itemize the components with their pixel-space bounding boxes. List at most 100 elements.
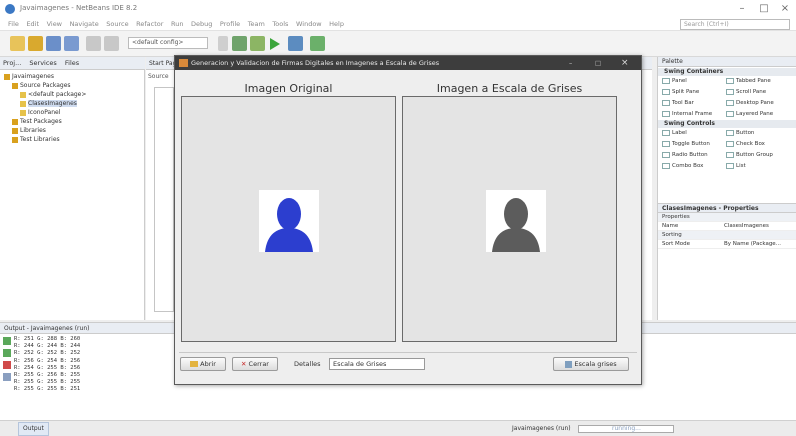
grayscale-button[interactable]: Escala grises <box>553 357 629 371</box>
palette-panel: Palette Swing Containers Panel Tabbed Pan… <box>657 57 796 320</box>
menu-run[interactable]: Run <box>171 18 183 31</box>
library-icon <box>12 136 18 143</box>
tree-item[interactable]: Javaimagenes <box>4 72 86 81</box>
menu-edit[interactable]: Edit <box>26 18 39 31</box>
menu-tools[interactable]: Tools <box>272 18 288 31</box>
close-icon[interactable]: × <box>775 2 795 16</box>
component-icon <box>726 99 734 106</box>
menu-file[interactable]: File <box>8 18 19 31</box>
undo-icon[interactable] <box>86 36 101 51</box>
output-line: R: 255 G: 255 B: 251 <box>14 386 81 393</box>
property-row[interactable]: Sort Mode By Name (Package... <box>658 240 796 249</box>
palette-item[interactable]: Toggle Button <box>658 139 722 150</box>
library-icon <box>12 127 18 134</box>
stop-icon[interactable] <box>3 361 11 369</box>
component-icon <box>662 110 670 117</box>
menu-view[interactable]: View <box>47 18 62 31</box>
palette-list: Swing Containers Panel Tabbed Pane Split … <box>658 68 796 172</box>
redo-icon[interactable] <box>104 36 119 51</box>
open-project-icon[interactable] <box>46 36 61 51</box>
rerun-icon[interactable] <box>3 337 11 345</box>
tree-item[interactable]: <default package> <box>4 90 86 99</box>
dropdown-arrow-icon[interactable] <box>218 36 228 51</box>
palette-section-title: Swing Controls <box>658 120 796 128</box>
status-output-tab[interactable]: Output <box>18 422 49 436</box>
palette-item[interactable]: Label <box>658 128 722 139</box>
minimize-icon[interactable]: – <box>732 2 752 16</box>
build-hammer-icon[interactable] <box>232 36 247 51</box>
dialog-maximize-icon[interactable]: □ <box>595 56 601 70</box>
status-project: Javaimagenes (run) <box>512 425 571 432</box>
maximize-icon[interactable]: □ <box>754 2 774 16</box>
rerun-different-icon[interactable] <box>3 349 11 357</box>
dialog-minimize-icon[interactable]: – <box>569 56 572 70</box>
palette-item[interactable]: Check Box <box>722 139 786 150</box>
palette-item[interactable]: Tabbed Pane <box>722 76 786 87</box>
palette-item[interactable]: Layered Pane <box>722 109 786 120</box>
red-x-icon: ✕ <box>241 360 247 368</box>
tree-item[interactable]: Test Packages <box>4 117 86 126</box>
tab-source[interactable]: Source <box>148 73 169 80</box>
tab-services[interactable]: Services <box>29 59 56 67</box>
palette-item[interactable]: Internal Frame <box>658 109 722 120</box>
new-project-icon[interactable] <box>10 36 25 51</box>
run-icon[interactable] <box>270 38 280 50</box>
palette-row: Label Button <box>658 128 796 139</box>
palette-item[interactable]: Combo Box <box>658 161 722 172</box>
palette-item[interactable]: Radio Button <box>658 150 722 161</box>
properties-title: ClasesImagenes - Properties <box>658 203 796 213</box>
tree-item[interactable]: Libraries <box>4 126 86 135</box>
projects-tabs: Proj... Services Files <box>0 57 145 70</box>
menu-team[interactable]: Team <box>248 18 265 31</box>
component-icon <box>726 110 734 117</box>
palette-item[interactable]: Scroll Pane <box>722 87 786 98</box>
profile-icon[interactable] <box>310 36 325 51</box>
output-settings-icon[interactable] <box>3 373 11 381</box>
menu-profile[interactable]: Profile <box>220 18 240 31</box>
tree-item[interactable]: ClasesImagenes <box>4 99 86 108</box>
palette-item[interactable]: Panel <box>658 76 722 87</box>
menu-navigate[interactable]: Navigate <box>70 18 99 31</box>
component-icon <box>662 77 670 84</box>
menu-help[interactable]: Help <box>329 18 344 31</box>
tab-projects[interactable]: Proj... <box>3 59 21 67</box>
dialog-title: Generacion y Validacion de Firmas Digita… <box>191 59 440 67</box>
palette-item[interactable]: Button Group <box>722 150 786 161</box>
form-designer-frame <box>154 87 174 312</box>
tree-item[interactable]: IconoPanel <box>4 108 86 117</box>
close-button[interactable]: ✕ Cerrar <box>232 357 278 371</box>
save-all-icon[interactable] <box>64 36 79 51</box>
output-line: R: 256 G: 254 B: 256 <box>14 357 81 364</box>
new-file-icon[interactable] <box>28 36 43 51</box>
palette-item[interactable]: Button <box>722 128 786 139</box>
tab-start-page[interactable]: Start Pag <box>149 60 176 67</box>
palette-item[interactable]: Split Pane <box>658 87 722 98</box>
tab-files[interactable]: Files <box>65 59 79 67</box>
menu-debug[interactable]: Debug <box>191 18 212 31</box>
output-line: R: 255 G: 256 B: 255 <box>14 372 81 379</box>
open-button[interactable]: Abrir <box>180 357 226 371</box>
search-input[interactable]: Search (Ctrl+I) <box>680 19 790 30</box>
project-tree: Javaimagenes Source Packages <default pa… <box>4 72 86 144</box>
menu-source[interactable]: Source <box>106 18 128 31</box>
palette-item[interactable]: Tool Bar <box>658 98 722 109</box>
menu-refactor[interactable]: Refactor <box>136 18 163 31</box>
tree-item[interactable]: Test Libraries <box>4 135 86 144</box>
clean-build-icon[interactable] <box>250 36 265 51</box>
menu-window[interactable]: Window <box>296 18 322 31</box>
palette-item[interactable]: List <box>722 161 786 172</box>
debug-icon[interactable] <box>288 36 303 51</box>
properties-section[interactable]: Properties <box>658 213 796 222</box>
properties-panel: ClasesImagenes - Properties Properties N… <box>658 203 796 249</box>
dialog-close-icon[interactable]: × <box>621 56 629 70</box>
dialog-title-bar: Generacion y Validacion de Firmas Digita… <box>175 56 641 70</box>
config-select[interactable]: <default config> <box>128 37 208 49</box>
details-field[interactable]: Escala de Grises <box>329 358 425 370</box>
palette-item[interactable]: Desktop Pane <box>722 98 786 109</box>
tree-item[interactable]: Source Packages <box>4 81 86 90</box>
component-icon <box>726 77 734 84</box>
properties-section[interactable]: Sorting <box>658 231 796 240</box>
folder-icon <box>190 361 199 367</box>
property-row[interactable]: Name ClasesImagenes <box>658 222 796 231</box>
output-line: R: 255 G: 255 B: 255 <box>14 379 81 386</box>
